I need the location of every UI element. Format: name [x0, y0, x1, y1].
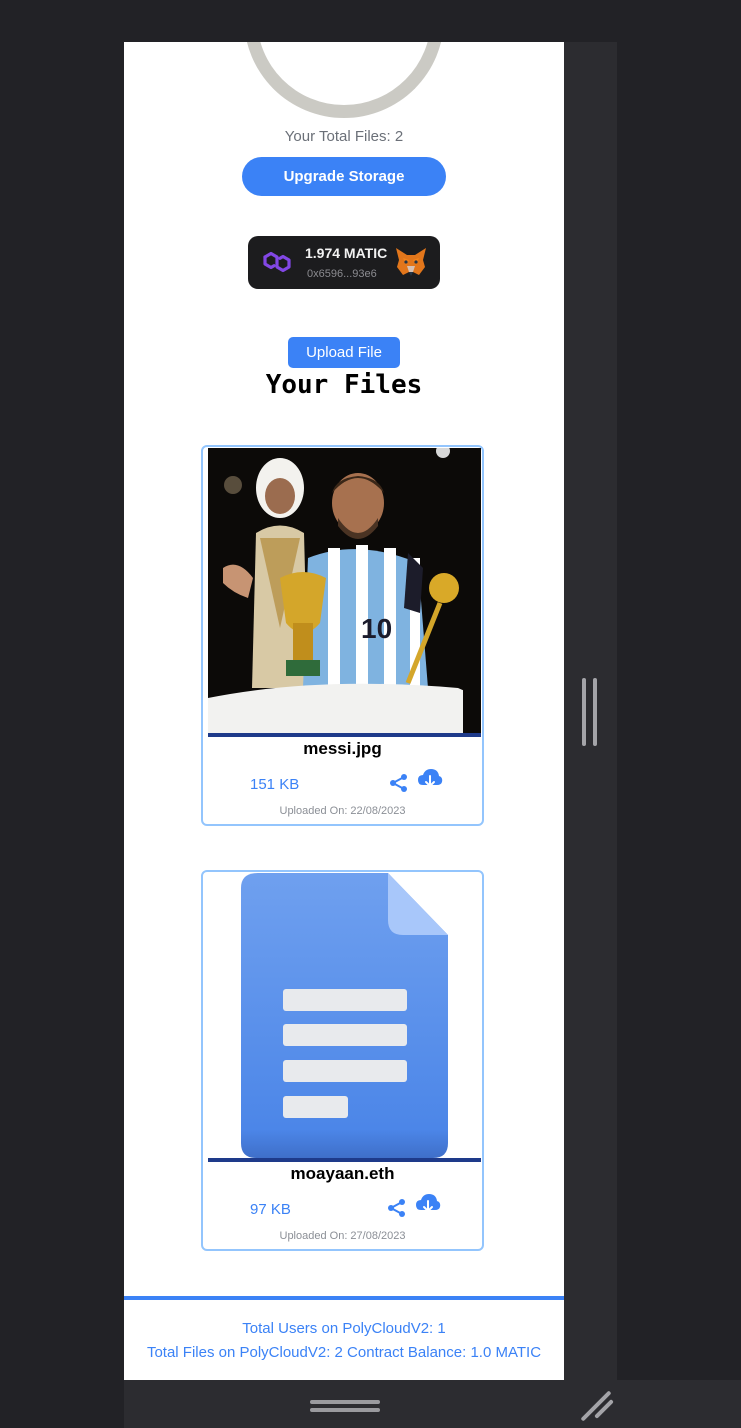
footer-stats: Total Files on PolyCloudV2: 2 Contract B…	[146, 1344, 542, 1361]
thumbnail-divider	[208, 1158, 481, 1162]
file-card[interactable]: 10 messi.jpg 151 KB Uploaded On: 22/08/2…	[201, 445, 484, 826]
panel-resize-handle[interactable]	[593, 678, 597, 746]
wallet-widget[interactable]: 1.974 MATIC 0x6596...93e6	[248, 236, 440, 289]
file-card[interactable]: moayaan.eth 97 KB Uploaded On: 27/08/202…	[201, 870, 484, 1251]
bottom-resize-handle[interactable]	[310, 1400, 380, 1404]
total-files-count: Your Total Files: 2	[284, 128, 404, 145]
share-icon[interactable]	[389, 773, 409, 793]
bottom-resize-handle[interactable]	[310, 1408, 380, 1412]
footer-divider	[124, 1296, 564, 1300]
document-icon	[241, 873, 448, 1158]
panel-resize-handle[interactable]	[582, 678, 586, 746]
devtools-side-panel	[564, 42, 617, 1380]
upload-file-button[interactable]: Upload File	[288, 337, 400, 368]
metamask-fox-icon	[396, 248, 426, 276]
file-thumbnail-photo[interactable]: 10	[208, 448, 481, 733]
file-upload-date: Uploaded On: 22/08/2023	[279, 805, 406, 817]
cloud-download-icon[interactable]	[415, 1192, 441, 1216]
file-size: 151 KB	[250, 776, 300, 793]
upgrade-storage-button[interactable]: Upgrade Storage	[242, 157, 446, 196]
svg-text:10: 10	[361, 613, 392, 644]
wallet-balance: 1.974 MATIC	[305, 245, 388, 261]
app-viewport: Your Total Files: 2 Upgrade Storage 1.97…	[124, 42, 564, 1380]
file-name: messi.jpg	[303, 739, 382, 758]
file-thumbnail-document[interactable]	[208, 873, 481, 1158]
file-upload-date: Uploaded On: 27/08/2023	[279, 1230, 406, 1242]
polygon-icon	[263, 251, 291, 273]
footer-total-users: Total Users on PolyCloudV2: 1	[242, 1320, 446, 1337]
storage-progress-ring	[244, 42, 444, 118]
thumbnail-divider	[208, 733, 481, 737]
cloud-download-icon[interactable]	[417, 767, 443, 791]
photo-thumbnail: 10	[208, 448, 481, 733]
file-name: moayaan.eth	[290, 1164, 395, 1183]
file-size: 97 KB	[250, 1201, 291, 1218]
wallet-address: 0x6596...93e6	[307, 268, 377, 280]
files-section-title: Your Files	[265, 370, 423, 400]
devtools-bottom-bar	[124, 1380, 741, 1428]
share-icon[interactable]	[387, 1198, 407, 1218]
